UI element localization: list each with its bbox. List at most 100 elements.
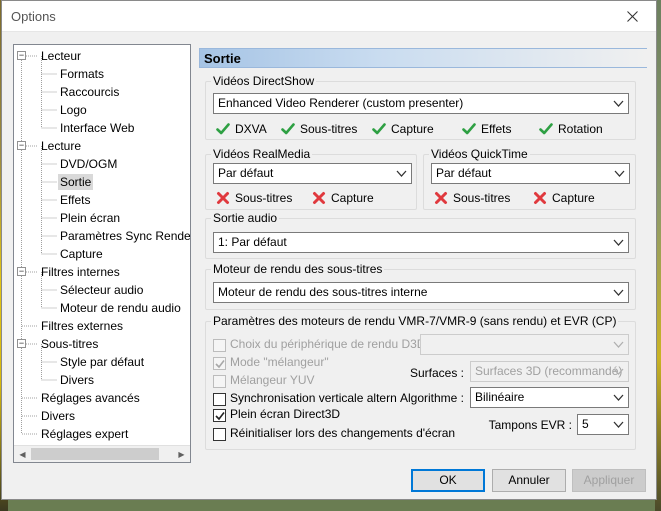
tree-item-plein-cran[interactable]: Plein écran bbox=[58, 210, 122, 226]
surfaces-select[interactable]: Surfaces 3D (recommandé) bbox=[470, 361, 629, 382]
tree-item-lecteur[interactable]: Lecteur bbox=[39, 48, 83, 64]
subtitle-renderer-select[interactable]: Moteur de rendu des sous-titres interne bbox=[213, 282, 629, 303]
tree-item-dvd-ogm[interactable]: DVD/OGM bbox=[58, 156, 119, 172]
quicktime-value: Par défaut bbox=[436, 166, 492, 180]
scrollbar-thumb[interactable] bbox=[31, 448, 159, 460]
chevron-down-icon bbox=[396, 170, 407, 177]
quicktime-legend: Vidéos QuickTime bbox=[431, 147, 528, 161]
tree-collapse-icon[interactable]: − bbox=[17, 339, 26, 348]
cross-icon bbox=[534, 192, 546, 204]
chevron-down-icon bbox=[614, 170, 625, 177]
tree-collapse-icon[interactable]: − bbox=[17, 141, 26, 150]
feature-label: Sous-titres bbox=[300, 122, 358, 136]
chevron-down-icon bbox=[613, 368, 624, 375]
page-title: Sortie bbox=[199, 48, 647, 68]
evr-buffers-label: Tampons EVR : bbox=[488, 418, 572, 432]
chevron-down-icon bbox=[613, 341, 624, 348]
algorithm-label: Algorithme : bbox=[399, 391, 464, 405]
yuv-mixer-label: Mélangeur YUV bbox=[230, 373, 315, 387]
chevron-down-icon bbox=[613, 394, 624, 401]
tree-item-interface-web[interactable]: Interface Web bbox=[58, 120, 136, 136]
checkmark-icon bbox=[372, 123, 386, 135]
checkmark-icon bbox=[215, 360, 225, 369]
subtitle-renderer-legend: Moteur de rendu des sous-titres bbox=[213, 262, 383, 276]
tree-item-filtres-externes[interactable]: Filtres externes bbox=[39, 318, 125, 334]
tree-collapse-icon[interactable]: − bbox=[17, 51, 26, 60]
realmedia-select[interactable]: Par défaut bbox=[213, 163, 412, 184]
checkbox-box bbox=[213, 375, 226, 388]
vmr-evr-legend: Paramètres des moteurs de rendu VMR-7/VM… bbox=[213, 314, 617, 328]
cancel-button[interactable]: Annuler bbox=[492, 469, 566, 492]
tree-item-capture[interactable]: Capture bbox=[58, 246, 105, 262]
feature-label: Capture bbox=[391, 122, 434, 136]
ok-button[interactable]: OK bbox=[411, 469, 485, 492]
feature-label: DXVA bbox=[235, 122, 267, 136]
chevron-down-icon bbox=[613, 289, 624, 296]
tree-item-raccourcis[interactable]: Raccourcis bbox=[58, 84, 121, 100]
quicktime-select[interactable]: Par défaut bbox=[431, 163, 630, 184]
checkmark-icon bbox=[539, 123, 553, 135]
tree-item-effets[interactable]: Effets bbox=[58, 192, 92, 208]
d3d9-device-select[interactable] bbox=[420, 334, 629, 355]
tree-item-param-tres-sync-rende[interactable]: Paramètres Sync Rende bbox=[58, 228, 190, 244]
options-dialog: Options Lecteur − Formats Raccourcis Logo Int… bbox=[1, 0, 657, 500]
feature-label: Sous-titres bbox=[235, 191, 293, 205]
tree-item-sortie[interactable]: Sortie bbox=[58, 174, 94, 190]
chevron-down-icon bbox=[613, 100, 624, 107]
audio-output-select[interactable]: 1: Par défaut bbox=[213, 232, 629, 253]
directshow-renderer-value: Enhanced Video Renderer (custom presente… bbox=[218, 96, 464, 110]
apply-button[interactable]: Appliquer bbox=[572, 469, 646, 492]
tree-item-moteur-de-rendu-audio[interactable]: Moteur de rendu audio bbox=[58, 300, 183, 316]
tree-item-style-par-d-faut[interactable]: Style par défaut bbox=[58, 354, 146, 370]
checkbox-box bbox=[213, 339, 226, 352]
tree-horizontal-scrollbar[interactable]: ◀ ▶ bbox=[14, 445, 190, 462]
mixer-mode-label: Mode "mélangeur" bbox=[230, 355, 329, 369]
surfaces-value: Surfaces 3D (recommandé) bbox=[475, 364, 623, 378]
checkbox-box bbox=[213, 409, 226, 422]
algorithm-select[interactable]: Bilinéaire bbox=[470, 387, 629, 408]
tree-collapse-icon[interactable]: − bbox=[17, 267, 26, 276]
close-button[interactable] bbox=[612, 3, 652, 29]
feature-label: Rotation bbox=[558, 122, 603, 136]
cross-icon bbox=[435, 192, 447, 204]
options-tree[interactable]: Lecteur − Formats Raccourcis Logo Interface W… bbox=[13, 44, 191, 463]
scroll-left-icon[interactable]: ◀ bbox=[14, 446, 31, 462]
tree-item-r-glages-avanc-s[interactable]: Réglages avancés bbox=[39, 390, 142, 406]
chevron-down-icon bbox=[613, 239, 624, 246]
checkbox-box bbox=[213, 428, 226, 441]
realmedia-value: Par défaut bbox=[218, 166, 274, 180]
checkmark-icon bbox=[215, 412, 225, 421]
checkbox-box bbox=[213, 393, 226, 406]
d3d9-device-label: Choix du périphérique de rendu D3D9 bbox=[230, 337, 433, 351]
realmedia-legend: Vidéos RealMedia bbox=[213, 147, 311, 161]
evr-buffers-select[interactable]: 5 bbox=[577, 414, 629, 435]
title-bar: Options bbox=[2, 1, 656, 32]
window-title: Options bbox=[11, 9, 56, 24]
tree-item-sous-titres[interactable]: Sous-titres bbox=[39, 336, 100, 352]
surfaces-label: Surfaces : bbox=[409, 366, 464, 380]
tree-item-lecture[interactable]: Lecture bbox=[39, 138, 83, 154]
vsync-label: Synchronisation verticale altern bbox=[230, 391, 397, 405]
checkmark-icon bbox=[462, 123, 476, 135]
algorithm-value: Bilinéaire bbox=[475, 390, 525, 404]
directshow-renderer-select[interactable]: Enhanced Video Renderer (custom presente… bbox=[213, 93, 629, 114]
tree-item-divers[interactable]: Divers bbox=[58, 372, 96, 388]
feature-label: Capture bbox=[331, 191, 374, 205]
tree-item-formats[interactable]: Formats bbox=[58, 66, 106, 82]
close-icon bbox=[626, 10, 638, 22]
tree-item-r-glages-expert[interactable]: Réglages expert bbox=[39, 426, 130, 442]
checkbox-box bbox=[213, 357, 226, 370]
tree-item-logo[interactable]: Logo bbox=[58, 102, 89, 118]
chevron-down-icon bbox=[613, 421, 624, 428]
tree-item-filtres-internes[interactable]: Filtres internes bbox=[39, 264, 122, 280]
audio-output-legend: Sortie audio bbox=[213, 211, 278, 225]
tree-item-divers[interactable]: Divers bbox=[39, 408, 77, 424]
checkmark-icon bbox=[281, 123, 295, 135]
tree-item-s-lecteur-audio[interactable]: Sélecteur audio bbox=[58, 282, 145, 298]
cross-icon bbox=[313, 192, 325, 204]
evr-buffers-value: 5 bbox=[582, 417, 589, 431]
feature-label: Sous-titres bbox=[453, 191, 511, 205]
scroll-right-icon[interactable]: ▶ bbox=[173, 446, 190, 462]
feature-label: Capture bbox=[552, 191, 595, 205]
tree-connector-lines bbox=[21, 55, 57, 435]
